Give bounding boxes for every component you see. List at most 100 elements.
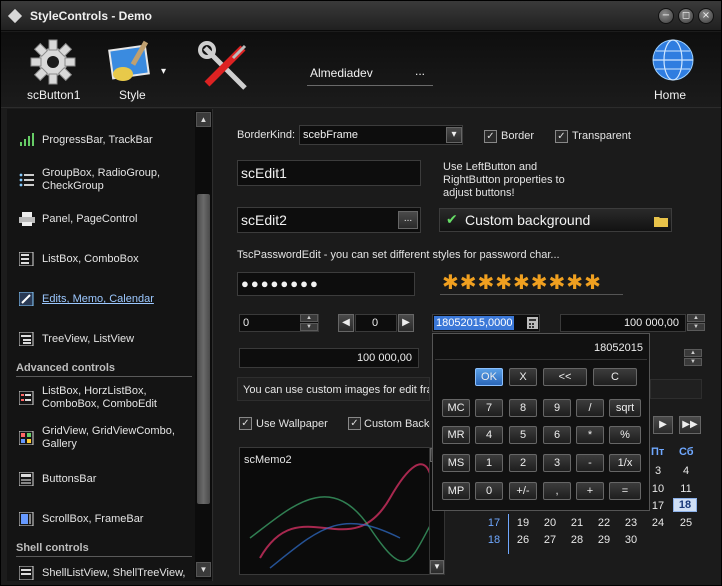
calc-cancel-button[interactable]: X bbox=[509, 368, 537, 386]
calc-key[interactable]: 2 bbox=[509, 454, 537, 472]
scrollbar-thumb[interactable] bbox=[197, 194, 210, 504]
spin1-arrows[interactable]: ▲ ▼ bbox=[300, 314, 318, 332]
sidebar-item-buttonsbar[interactable]: ButtonsBar bbox=[15, 472, 193, 488]
sidebar-item-edits[interactable]: Edits, Memo, Calendar bbox=[15, 292, 193, 308]
calendar-day[interactable]: 27 bbox=[539, 534, 561, 546]
calc-key[interactable]: sqrt bbox=[609, 399, 641, 417]
calc-key[interactable]: 0 bbox=[475, 482, 503, 500]
calendar-day[interactable]: 17 bbox=[647, 500, 669, 512]
calc-key[interactable]: + bbox=[576, 482, 604, 500]
calendar-day[interactable]: 4 bbox=[675, 465, 697, 477]
currency-edit-1[interactable]: 100 000,00 bbox=[560, 314, 686, 332]
spin-edit-2[interactable]: 0 bbox=[355, 314, 397, 332]
sidebar-item-shell[interactable]: ShellListView, ShellTreeView, bbox=[15, 566, 193, 581]
calc-mp-button[interactable]: MP bbox=[442, 482, 470, 500]
spin2-right-button[interactable]: ▶ bbox=[398, 314, 414, 332]
calc-key[interactable]: % bbox=[609, 426, 641, 444]
calc-backspace-button[interactable]: << bbox=[543, 368, 587, 386]
calc-key[interactable]: 6 bbox=[543, 426, 571, 444]
scedit1-input[interactable]: scEdit1 bbox=[237, 160, 421, 186]
calendar-next-year-button[interactable]: ▶▶ bbox=[679, 416, 701, 434]
sidebar-item-listbox[interactable]: ListBox, ComboBox bbox=[15, 252, 193, 268]
sidebar-item-gridview[interactable]: GridView, GridViewCombo, Gallery bbox=[15, 425, 193, 453]
calendar-day[interactable]: 20 bbox=[539, 517, 561, 529]
chevron-down-icon[interactable]: ▾ bbox=[446, 127, 462, 143]
scroll-down-icon[interactable]: ▼ bbox=[196, 562, 211, 577]
calendar-day[interactable]: 25 bbox=[675, 517, 697, 529]
calc-key[interactable]: 3 bbox=[543, 454, 571, 472]
currency-edit-2[interactable]: 100 000,00 bbox=[239, 348, 419, 368]
calc-key[interactable]: 8 bbox=[509, 399, 537, 417]
group-header-advanced: Advanced controls bbox=[16, 362, 192, 377]
calendar-day[interactable]: 22 bbox=[593, 517, 615, 529]
sidebar-item-treeview[interactable]: TreeView, ListView bbox=[15, 332, 193, 348]
borderkind-combobox[interactable]: scebFrame ▾ bbox=[299, 125, 463, 145]
calc-key[interactable]: = bbox=[609, 482, 641, 500]
calendar-day[interactable]: 30 bbox=[620, 534, 642, 546]
date-edit[interactable]: 18052015,0000 bbox=[432, 314, 540, 332]
scedit2-input[interactable]: scEdit2 ... bbox=[237, 207, 421, 233]
calc-key[interactable]: - bbox=[576, 454, 604, 472]
calc-clear-button[interactable]: C bbox=[593, 368, 637, 386]
password-edit-stars[interactable]: ✱✱✱✱✱✱✱✱✱ bbox=[440, 269, 623, 295]
chevron-down-icon[interactable]: ▾ bbox=[161, 66, 166, 77]
border-checkbox[interactable]: ✓ bbox=[484, 130, 497, 143]
sidebar-scrollbar[interactable]: ▲ ▼ bbox=[195, 111, 212, 579]
calendar-day[interactable]: 3 bbox=[647, 465, 669, 477]
calendar-day[interactable]: 11 bbox=[675, 483, 697, 495]
style-button[interactable]: ▾ Style bbox=[101, 36, 181, 106]
password-edit-dots[interactable]: ●●●●●●●● bbox=[237, 272, 415, 296]
calc-key[interactable]: , bbox=[543, 482, 571, 500]
calc-mc-button[interactable]: MC bbox=[442, 399, 470, 417]
spin3-arrows[interactable]: ▲ ▼ bbox=[684, 349, 702, 367]
tools-button[interactable] bbox=[197, 40, 253, 98]
sidebar-item-progressbar[interactable]: ProgressBar, TrackBar bbox=[15, 133, 193, 149]
transparent-checkbox[interactable]: ✓ bbox=[555, 130, 568, 143]
custom-images-edit[interactable]: You can use custom images for edit fran bbox=[237, 377, 430, 401]
toolbar-edit[interactable]: Almediadev ... bbox=[307, 64, 433, 86]
memo2[interactable]: scMemo2 bbox=[239, 447, 445, 575]
scroll-up-icon[interactable]: ▲ bbox=[196, 112, 211, 127]
close-button[interactable]: × bbox=[698, 8, 714, 24]
ellipsis-button[interactable]: ... bbox=[398, 211, 418, 229]
use-wallpaper-checkbox[interactable]: ✓ bbox=[239, 417, 252, 430]
memo-scroll-down-icon[interactable]: ▼ bbox=[430, 560, 444, 574]
calc-key[interactable]: 9 bbox=[543, 399, 571, 417]
custom-background-checkbox[interactable]: ✓ bbox=[348, 417, 361, 430]
calc-key[interactable]: 1/x bbox=[609, 454, 641, 472]
currency1-arrows[interactable]: ▲ ▼ bbox=[687, 314, 705, 332]
custom-background-edit[interactable]: ✔ Custom background bbox=[439, 208, 672, 232]
spin2-left-button[interactable]: ◀ bbox=[338, 314, 354, 332]
calc-key[interactable]: / bbox=[576, 399, 604, 417]
calendar-day[interactable]: 23 bbox=[620, 517, 642, 529]
calendar-day[interactable]: 21 bbox=[566, 517, 588, 529]
home-button[interactable]: Home bbox=[641, 36, 705, 106]
calendar-day-selected[interactable]: 18 bbox=[673, 498, 697, 512]
title-bar[interactable]: StyleControls - Demo − ◻ × bbox=[1, 1, 721, 31]
calc-key[interactable]: +/- bbox=[509, 482, 537, 500]
toolbar-edit-ellipsis-button[interactable]: ... bbox=[415, 64, 425, 78]
calc-mr-button[interactable]: MR bbox=[442, 426, 470, 444]
calendar-day[interactable]: 19 bbox=[512, 517, 534, 529]
scbutton1-button[interactable]: scButton1 bbox=[13, 36, 93, 106]
calendar-next-button[interactable]: ▶ bbox=[653, 416, 673, 434]
sidebar-item-panel[interactable]: Panel, PageControl bbox=[15, 212, 193, 228]
calc-key[interactable]: 7 bbox=[475, 399, 503, 417]
calc-key[interactable]: 4 bbox=[475, 426, 503, 444]
calc-key[interactable]: 1 bbox=[475, 454, 503, 472]
calc-key[interactable]: 5 bbox=[509, 426, 537, 444]
sidebar-item-scrollbox[interactable]: ScrollBox, FrameBar bbox=[15, 512, 193, 528]
sidebar-item-horzlistbox[interactable]: ListBox, HorzListBox, ComboBox, ComboEdi… bbox=[15, 385, 193, 413]
calc-ok-button[interactable]: OK bbox=[475, 368, 503, 386]
calendar-day[interactable]: 10 bbox=[647, 483, 669, 495]
custom-images-edit-2[interactable] bbox=[650, 379, 702, 399]
calendar-day[interactable]: 26 bbox=[512, 534, 534, 546]
calc-key[interactable]: * bbox=[576, 426, 604, 444]
maximize-button[interactable]: ◻ bbox=[678, 8, 694, 24]
calc-ms-button[interactable]: MS bbox=[442, 454, 470, 472]
sidebar-item-groupbox[interactable]: GroupBox, RadioGroup, CheckGroup bbox=[15, 167, 193, 195]
calendar-day[interactable]: 28 bbox=[566, 534, 588, 546]
calendar-day[interactable]: 29 bbox=[593, 534, 615, 546]
calendar-day[interactable]: 24 bbox=[647, 517, 669, 529]
minimize-button[interactable]: − bbox=[658, 8, 674, 24]
